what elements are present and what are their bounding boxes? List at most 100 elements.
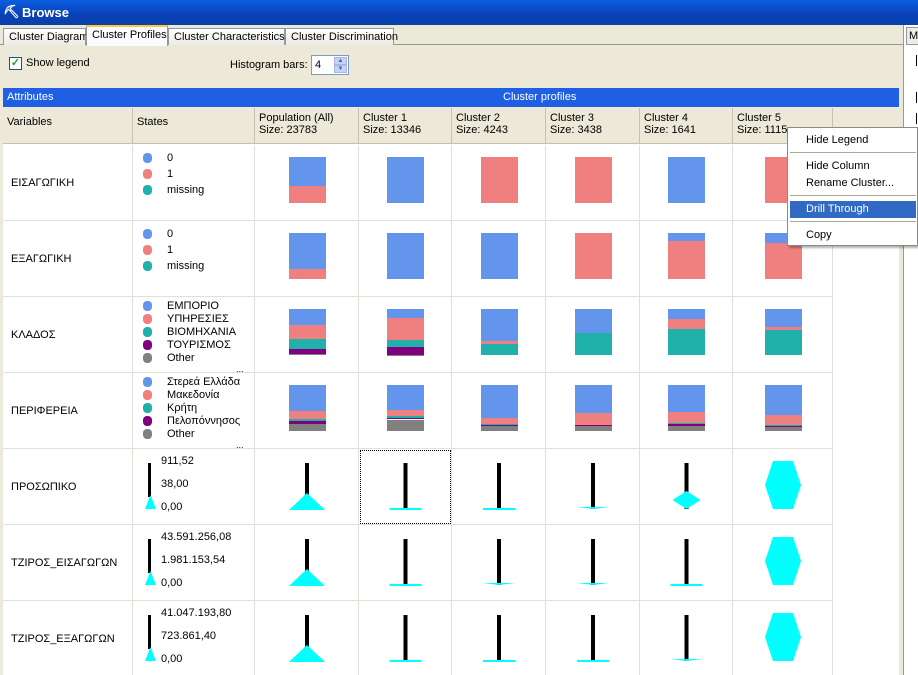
column-header-variables[interactable]: Variables [3,108,133,144]
cluster-size: Size: 23783 [259,124,318,136]
profile-cell[interactable] [359,297,452,373]
tab-cluster-discrimination[interactable]: Cluster Discrimination [285,28,398,45]
profile-cell[interactable] [359,145,452,221]
distribution-segment [481,426,518,431]
distribution-bar [387,157,424,203]
profile-cell[interactable] [452,449,546,525]
profile-cell[interactable] [733,601,833,675]
column-header-cluster[interactable]: Cluster 3 Size: 3438 [546,108,640,144]
profile-header-bar: Attributes Cluster profiles [3,88,899,107]
side-panel-tab[interactable]: M [906,27,918,45]
profile-cell[interactable] [640,297,733,373]
profile-cell[interactable] [255,525,359,601]
profile-shape [672,491,701,509]
cluster-name: Cluster 3 [550,112,595,124]
profile-cell[interactable] [255,221,359,297]
histogram-bars-value[interactable]: 4 [315,59,321,71]
profile-shape [765,613,801,661]
profile-cell[interactable] [359,221,452,297]
profile-cell[interactable] [452,373,546,449]
table-row: ΠΡΟΣΩΠΙΚΟ 911,52 38,00 0,00 [3,449,833,525]
state-label: 0 [167,228,174,240]
show-legend-label[interactable]: Show legend [26,57,90,69]
spin-down-icon[interactable]: ▼ [334,65,347,73]
distribution-bar [575,385,612,431]
cluster-name: Cluster 5 [737,112,782,124]
column-header-states[interactable]: States [133,108,255,144]
tab-cluster-characteristics[interactable]: Cluster Characteristics [168,28,285,45]
distribution-segment [668,329,705,355]
states-range-glyph [145,463,156,509]
profile-cell[interactable] [640,449,733,525]
profile-cell[interactable] [452,297,546,373]
profile-cell[interactable] [359,449,452,525]
spin-up-icon[interactable]: ▲ [334,57,347,65]
distribution-segment [387,318,424,341]
table-row: ΚΛΑΔΟΣ ΕΜΠΟΡΙΟ ΥΠΗΡΕΣΙΕΣ ΒΙΟΜΗΧΑΝΙΑ ΤΟΥΡΙΣΜΟ… [3,297,833,374]
profile-cell[interactable] [546,525,640,601]
profile-stem [497,615,501,661]
states-range-glyph [145,539,156,585]
variable-cell[interactable]: ΠΕΡΙΦΕΡΕΙΑ [3,373,133,449]
variable-cell[interactable]: ΤΖΙΡΟΣ_ΕΞΑΓΩΓΩΝ [3,601,133,675]
profile-cell[interactable] [546,601,640,675]
column-header-cluster[interactable]: Cluster 4 Size: 1641 [640,108,733,144]
profile-shape [483,660,515,662]
menu-item-copy[interactable]: Copy [790,227,916,244]
profile-cell[interactable] [359,525,452,601]
variable-cell[interactable]: ΤΖΙΡΟΣ_ΕΙΣΑΓΩΓΩΝ [3,525,133,601]
variable-cell[interactable]: ΕΞΑΓΩΓΙΚΗ [3,221,133,297]
show-legend-checkbox[interactable]: ✓ [9,57,22,70]
continuous-profile-glyph [765,613,801,661]
profile-cell[interactable] [640,145,733,221]
tab-cluster-diagram[interactable]: Cluster Diagram [3,28,88,45]
variable-cell[interactable]: ΕΙΣΑΓΩΓΙΚΗ [3,145,133,221]
profile-cell[interactable] [733,525,833,601]
profile-cell[interactable] [733,449,833,525]
profile-cell[interactable] [359,601,452,675]
profile-cell[interactable] [255,373,359,449]
distribution-segment [765,414,802,426]
profile-cell[interactable] [255,601,359,675]
profile-cell[interactable] [546,145,640,221]
menu-item-rename-cluster[interactable]: Rename Cluster... [790,175,916,192]
profile-cell[interactable] [640,525,733,601]
distribution-segment [668,385,705,412]
profile-cell[interactable] [359,373,452,449]
profile-cell[interactable] [546,297,640,373]
state-color-swatch [143,261,152,271]
profile-shape [389,508,422,510]
state-label: missing [167,260,205,272]
variable-cell[interactable]: ΚΛΑΔΟΣ [3,297,133,373]
distribution-segment [289,325,326,339]
continuous-profile-glyph [389,539,422,586]
profile-cell[interactable] [255,449,359,525]
profile-cell[interactable] [640,601,733,675]
cluster-name: Cluster 1 [363,112,408,124]
column-header-cluster[interactable]: Cluster 1 Size: 13346 [359,108,452,144]
profile-cell[interactable] [640,373,733,449]
variable-cell[interactable]: ΠΡΟΣΩΠΙΚΟ [3,449,133,525]
profile-cell[interactable] [255,145,359,221]
distribution-segment [387,157,424,203]
tab-cluster-profiles[interactable]: Cluster Profiles [86,25,168,46]
profile-cell[interactable] [640,221,733,297]
histogram-bars-spinner[interactable]: 4 ▲ ▼ [311,55,349,75]
menu-item-drill-through[interactable]: Drill Through [790,201,916,218]
profile-cell[interactable] [546,221,640,297]
column-header-cluster[interactable]: Population (All) Size: 23783 [255,108,359,144]
menu-item-hide-legend[interactable]: Hide Legend [790,132,916,149]
profile-cell[interactable] [452,601,546,675]
profile-cell[interactable] [255,297,359,373]
profile-cell[interactable] [546,373,640,449]
distribution-segment [765,330,802,355]
profile-cell[interactable] [733,297,833,373]
menu-item-hide-column[interactable]: Hide Column [790,158,916,175]
column-header-cluster[interactable]: Cluster 2 Size: 4243 [452,108,546,144]
profile-cell[interactable] [733,373,833,449]
profile-cell[interactable] [452,221,546,297]
profile-cell[interactable] [452,525,546,601]
profile-cell[interactable] [546,449,640,525]
profile-cell[interactable] [452,145,546,221]
range-value: 0,00 [161,653,183,665]
